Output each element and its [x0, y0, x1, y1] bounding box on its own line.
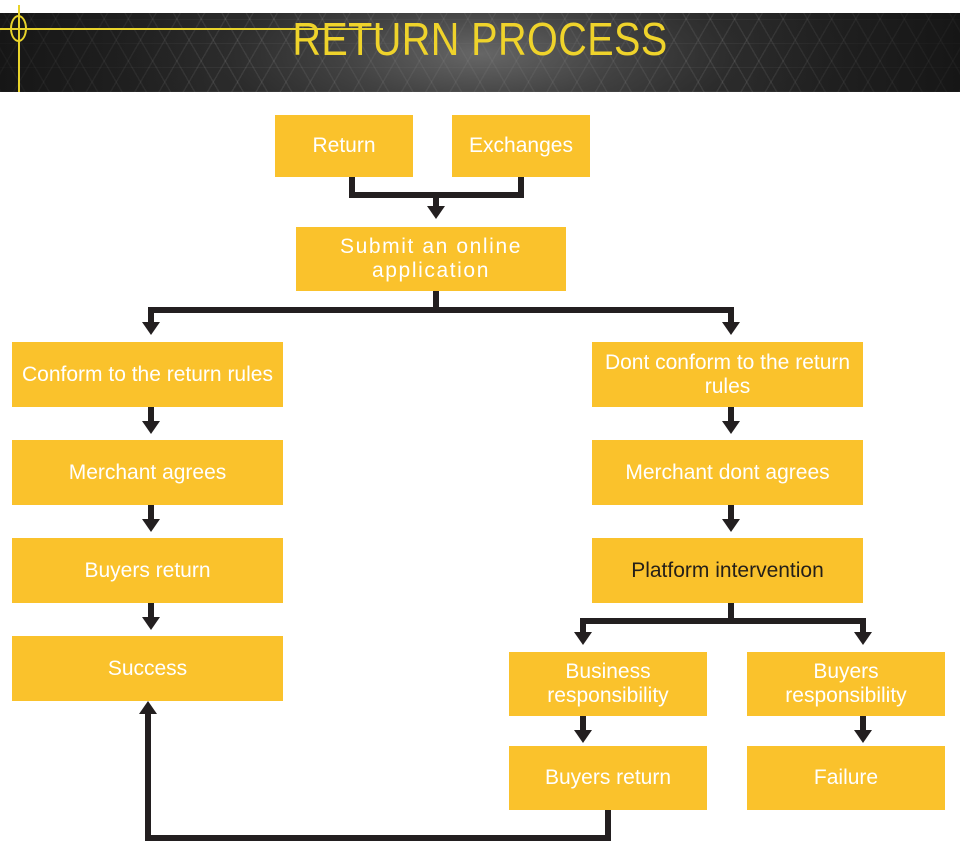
node-submit-application[interactable]: Submit an online application — [296, 227, 566, 291]
connector-dont-conform-down — [728, 407, 734, 422]
node-failure-label: Failure — [813, 766, 879, 790]
decorative-crosshair-circle-icon — [10, 15, 27, 42]
connector-buyers-return-left-down — [148, 603, 154, 618]
node-exchanges-label: Exchanges — [469, 134, 573, 158]
arrow-to-buyers-return-left — [142, 519, 160, 532]
arrow-to-merchant-dont — [722, 421, 740, 434]
node-conform-to-return-rules-label: Conform to the return rules — [22, 362, 273, 386]
node-exchanges[interactable]: Exchanges — [452, 115, 590, 177]
node-platform-intervention-label: Platform intervention — [631, 558, 824, 582]
node-business-responsibility-label: Business responsibility — [547, 660, 669, 707]
connector-split-branch — [148, 307, 734, 313]
connector-merchant-agrees-down — [148, 505, 154, 520]
node-submit-application-label: Submit an online application — [339, 235, 523, 282]
node-buyers-return-left-label: Buyers return — [84, 558, 211, 582]
arrow-to-failure — [854, 730, 872, 743]
decorative-horizontal-rule — [0, 28, 383, 30]
connector-conform-down — [148, 407, 154, 422]
node-buyers-responsibility-label: Buyers responsibility — [785, 660, 907, 707]
page-title: RETURN PROCESS — [292, 13, 668, 65]
node-buyers-return-left[interactable]: Buyers return — [12, 538, 283, 603]
arrow-to-merchant-agrees — [142, 421, 160, 434]
node-success-label: Success — [107, 656, 188, 680]
node-success[interactable]: Success — [12, 636, 283, 701]
node-buyers-responsibility[interactable]: Buyers responsibility — [747, 652, 945, 716]
node-business-responsibility[interactable]: Business responsibility — [509, 652, 707, 716]
node-return-label: Return — [312, 134, 376, 158]
node-merchant-agrees[interactable]: Merchant agrees — [12, 440, 283, 505]
connector-merchant-dont-down — [728, 505, 734, 520]
arrow-to-conform — [142, 322, 160, 335]
node-conform-to-return-rules[interactable]: Conform to the return rules — [12, 342, 283, 407]
connector-resp-branch — [580, 618, 866, 624]
arrow-to-submit — [427, 206, 445, 219]
node-merchant-dont-agrees-label: Merchant dont agrees — [625, 460, 830, 484]
node-dont-conform-to-return-rules[interactable]: Dont conform to the return rules — [592, 342, 863, 407]
arrow-to-buyers-responsibility — [854, 632, 872, 645]
arrow-to-dont-conform — [722, 322, 740, 335]
connector-buyers-resp-down — [860, 716, 866, 731]
node-failure[interactable]: Failure — [747, 746, 945, 810]
node-platform-intervention[interactable]: Platform intervention — [592, 538, 863, 603]
node-merchant-agrees-label: Merchant agrees — [68, 460, 227, 484]
arrow-feedback-to-success — [139, 701, 157, 714]
connector-business-resp-down — [580, 716, 586, 731]
node-return[interactable]: Return — [275, 115, 413, 177]
arrow-to-business-responsibility — [574, 632, 592, 645]
arrow-to-platform — [722, 519, 740, 532]
connector-feedback-base — [145, 835, 611, 841]
node-buyers-return-right[interactable]: Buyers return — [509, 746, 707, 810]
connector-feedback-up — [145, 713, 151, 841]
node-merchant-dont-agrees[interactable]: Merchant dont agrees — [592, 440, 863, 505]
arrow-to-success — [142, 617, 160, 630]
arrow-to-buyers-return-right — [574, 730, 592, 743]
node-buyers-return-right-label: Buyers return — [544, 766, 672, 790]
node-dont-conform-to-return-rules-label: Dont conform to the return rules — [604, 350, 851, 398]
